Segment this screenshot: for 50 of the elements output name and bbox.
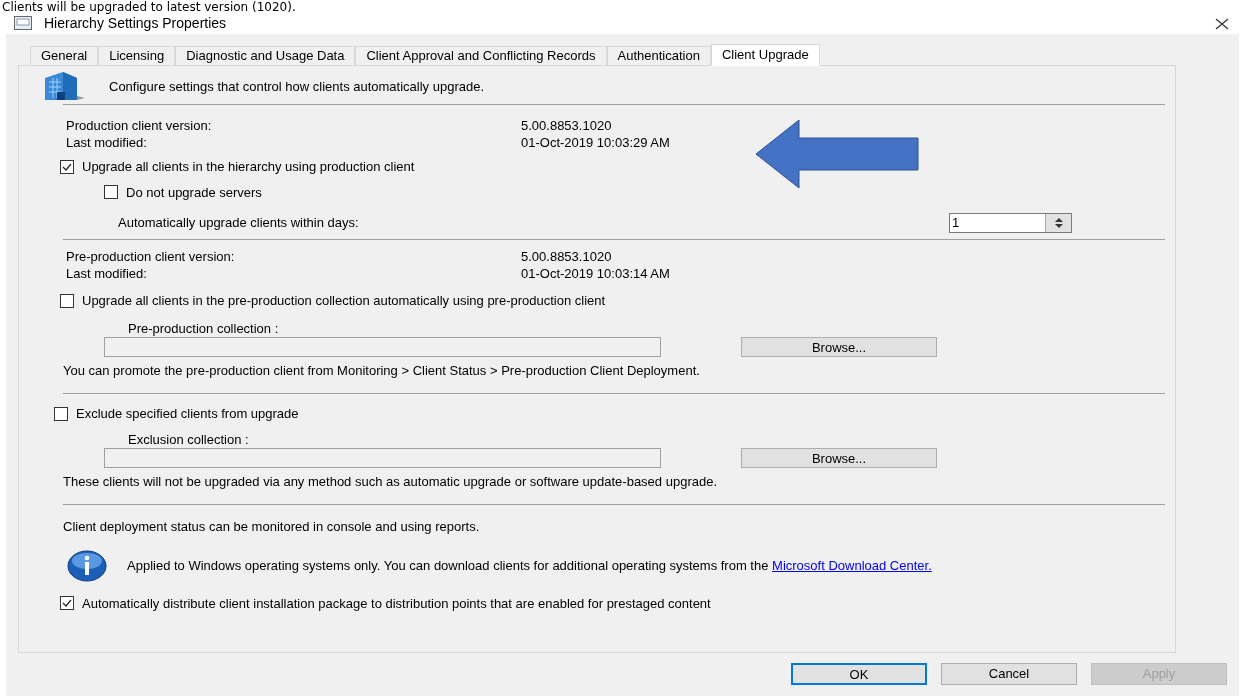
spinner-arrows[interactable] (1045, 214, 1071, 232)
header-text: Configure settings that control how clients automatically upgrade. (109, 78, 485, 97)
field-label: Last modified: (66, 134, 148, 151)
field-label: Automatically upgrade clients within days: (118, 214, 360, 233)
window-title: Hierarchy Settings Properties (44, 14, 227, 33)
checkbox-label: Automatically distribute client installation package to distribution points that are enabled for prestaged content (82, 594, 711, 613)
dialog-button[interactable]: Cancel (941, 663, 1077, 685)
up-arrow-icon[interactable] (1054, 218, 1063, 222)
close-icon[interactable] (1215, 16, 1229, 30)
checkbox[interactable] (54, 406, 68, 421)
tab[interactable]: General (30, 46, 99, 66)
checkbox[interactable] (60, 293, 74, 308)
field-label: Production client version: (66, 117, 213, 134)
field-value: 5.00.8853.1020 (521, 248, 613, 265)
checkbox[interactable] (60, 596, 74, 611)
caption: Clients will be upgraded to latest version (1020). (1, 0, 297, 14)
checkbox[interactable] (104, 185, 118, 200)
tab[interactable]: Diagnostic and Usage Data (175, 46, 356, 66)
checkbox-label: Exclude specified clients from upgrade (76, 405, 299, 423)
field-value: 01-Oct-2019 10:03:14 AM (521, 265, 671, 282)
field-value: 01-Oct-2019 10:03:29 AM (521, 134, 671, 151)
field-label: Exclusion collection : (127, 430, 250, 448)
days-spinner[interactable]: 1 (949, 213, 1072, 233)
status-note: Client deployment status can be monitored in console and using reports. (62, 518, 481, 536)
field-label: Last modified: (66, 265, 148, 282)
down-arrow-icon[interactable] (1054, 224, 1063, 228)
collection-field[interactable] (104, 336, 661, 357)
download-center-link[interactable]: Microsoft Download Center. (772, 557, 932, 573)
checkbox-label: Do not upgrade servers (126, 183, 262, 202)
field-label: Pre-production client version: (66, 248, 236, 265)
info-text: Applied to Windows operating systems only. You can download clients for additional operating systems from the Microsoft Download Center. (127, 558, 933, 573)
tab[interactable]: Client Upgrade (710, 44, 820, 66)
checkbox-label: Upgrade all clients in the hierarchy using production client (82, 158, 415, 176)
tab[interactable]: Authentication (606, 46, 711, 66)
checkbox[interactable] (60, 159, 74, 174)
info-icon (67, 548, 107, 583)
promote-note: You can promote the pre-production client from Monitoring > Client Status > Pre-production Client Deployment. (62, 361, 701, 380)
tab[interactable]: Client Approval and Conflicting Records (355, 46, 607, 66)
collection-field[interactable] (104, 447, 661, 468)
browse-button[interactable]: Browse... (741, 447, 937, 468)
field-label: Pre-production collection : (127, 319, 280, 337)
checkbox-label: Upgrade all clients in the pre-production collection automatically using pre-production client (82, 292, 606, 310)
checkmark-icon (62, 162, 72, 171)
tab[interactable]: Licensing (98, 46, 176, 66)
checkmark-icon (62, 599, 72, 608)
exclude-note: These clients will not be upgraded via any method such as automatic upgrade or software update-based upgrade. (62, 472, 718, 491)
browse-button[interactable]: Browse... (741, 336, 937, 357)
dialog-button[interactable]: OK (791, 663, 927, 685)
window-icon (14, 16, 32, 30)
field-value: 5.00.8853.1020 (521, 117, 613, 134)
